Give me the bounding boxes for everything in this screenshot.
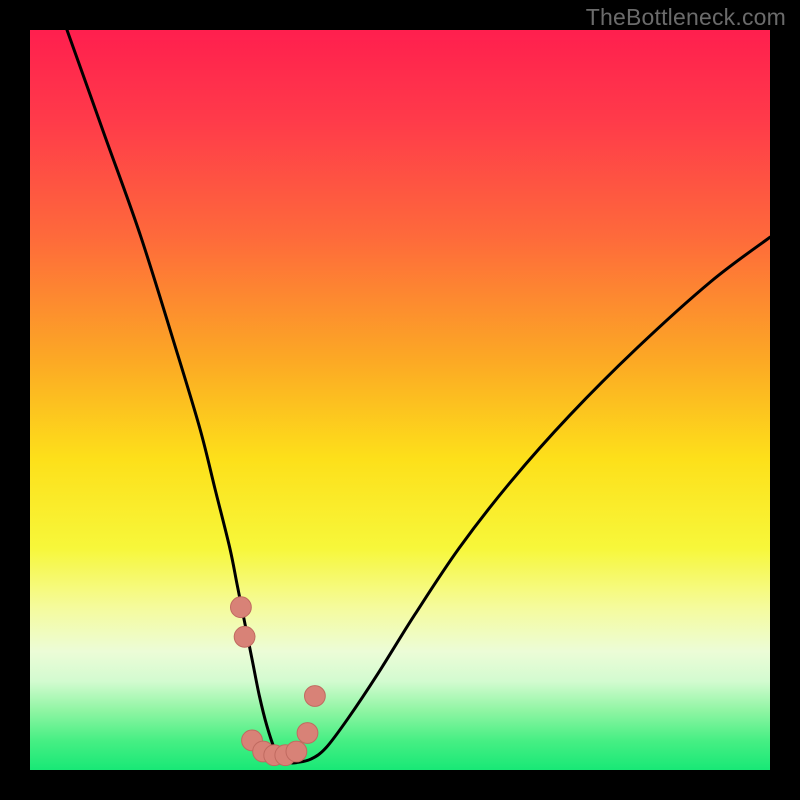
marker-point	[305, 686, 326, 707]
marker-point	[231, 597, 252, 618]
marker-point	[297, 723, 318, 744]
bottleneck-curve	[67, 30, 770, 763]
chart-frame: TheBottleneck.com	[0, 0, 800, 800]
plot-area	[30, 30, 770, 770]
watermark-text: TheBottleneck.com	[586, 4, 786, 31]
curve-layer	[30, 30, 770, 770]
marker-point	[286, 741, 307, 762]
marker-point	[234, 626, 255, 647]
